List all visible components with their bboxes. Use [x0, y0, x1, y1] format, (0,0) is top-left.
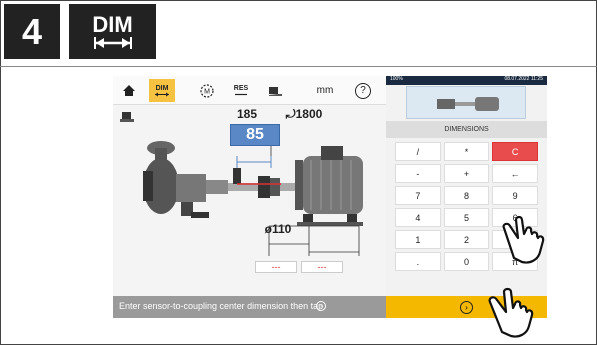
toolbar: DIM M RES mm ? — [113, 76, 386, 105]
hand-pointer-icon — [488, 287, 534, 338]
device-screen: DIM M RES mm ? 185 ⤾1800 85 ø110 --- ---… — [113, 76, 547, 318]
keypad-key[interactable]: 2 — [443, 230, 490, 249]
help-button[interactable]: ? — [351, 79, 375, 102]
dim-badge: DIM — [69, 4, 156, 59]
keypad-key[interactable]: 0 — [443, 252, 490, 271]
home-button[interactable] — [117, 79, 141, 102]
battery-text: 100% — [390, 76, 403, 82]
status-bar: Enter sensor-to-coupling center dimensio… — [113, 296, 386, 318]
datetime-text: 08.07.2022 11:25 — [504, 76, 543, 82]
home-icon — [123, 85, 135, 96]
keypad-key[interactable]: - — [395, 164, 441, 183]
keypad-key[interactable]: + — [443, 164, 490, 183]
arrow-right-circle-icon: › — [460, 300, 473, 314]
results-icon — [235, 93, 247, 95]
dim-top-right-value[interactable]: ⤾1800 — [275, 107, 333, 122]
move-button[interactable] — [263, 79, 287, 102]
keypad-key[interactable]: 4 — [395, 208, 441, 227]
dim-tab-label: DIM — [155, 84, 169, 92]
svg-text:M: M — [204, 88, 210, 95]
hand-pointer-icon — [502, 215, 545, 264]
keypad-key[interactable]: . — [395, 252, 441, 271]
keypad-key[interactable]: * — [443, 142, 490, 161]
dim-active-value[interactable]: 85 — [230, 124, 280, 146]
dim-foot2-value[interactable]: --- — [301, 261, 343, 273]
dim-arrow-icon — [155, 92, 169, 96]
move-icon — [269, 86, 282, 96]
measure-button[interactable]: M — [195, 79, 219, 102]
machine-thumbnail — [406, 86, 526, 119]
unit-button[interactable]: mm — [313, 79, 337, 102]
step-number: 4 — [21, 10, 43, 52]
results-button[interactable]: RES — [229, 79, 253, 102]
keypad-key[interactable]: 5 — [443, 208, 490, 227]
keypad-key[interactable]: 9 — [492, 186, 538, 205]
measurement-panel: DIM M RES mm ? 185 ⤾1800 85 ø110 --- --- — [113, 76, 386, 296]
res-label: RES — [233, 84, 249, 92]
keypad-key[interactable]: ← — [492, 164, 538, 183]
keypad-key[interactable]: 7 — [395, 186, 441, 205]
unit-label: mm — [316, 85, 334, 96]
keypad-key[interactable]: / — [395, 142, 441, 161]
status-strip: 100% 08.07.2022 11:25 — [386, 76, 547, 85]
help-icon: ? — [355, 82, 371, 99]
arrow-both-icon — [93, 36, 132, 49]
step-badge: 4 — [4, 4, 60, 59]
status-text: Enter sensor-to-coupling center dimensio… — [119, 301, 324, 311]
dim-foot1-value[interactable]: --- — [255, 261, 297, 273]
dim-top-left-value[interactable]: 185 — [225, 107, 269, 121]
dim-diameter-value[interactable]: ø110 — [253, 222, 303, 236]
dimensions-title: DIMENSIONS — [386, 121, 547, 138]
keypad-key[interactable]: 8 — [443, 186, 490, 205]
status-arrow-icon: › — [316, 301, 326, 311]
keypad-key[interactable]: C — [492, 142, 538, 161]
machine-thumbnail-icon — [437, 97, 499, 111]
measure-icon: M — [200, 83, 214, 98]
dim-badge-label: DIM — [92, 11, 133, 37]
dim-tab[interactable]: DIM — [149, 79, 175, 102]
keypad-key[interactable]: 1 — [395, 230, 441, 249]
divider — [0, 66, 597, 67]
